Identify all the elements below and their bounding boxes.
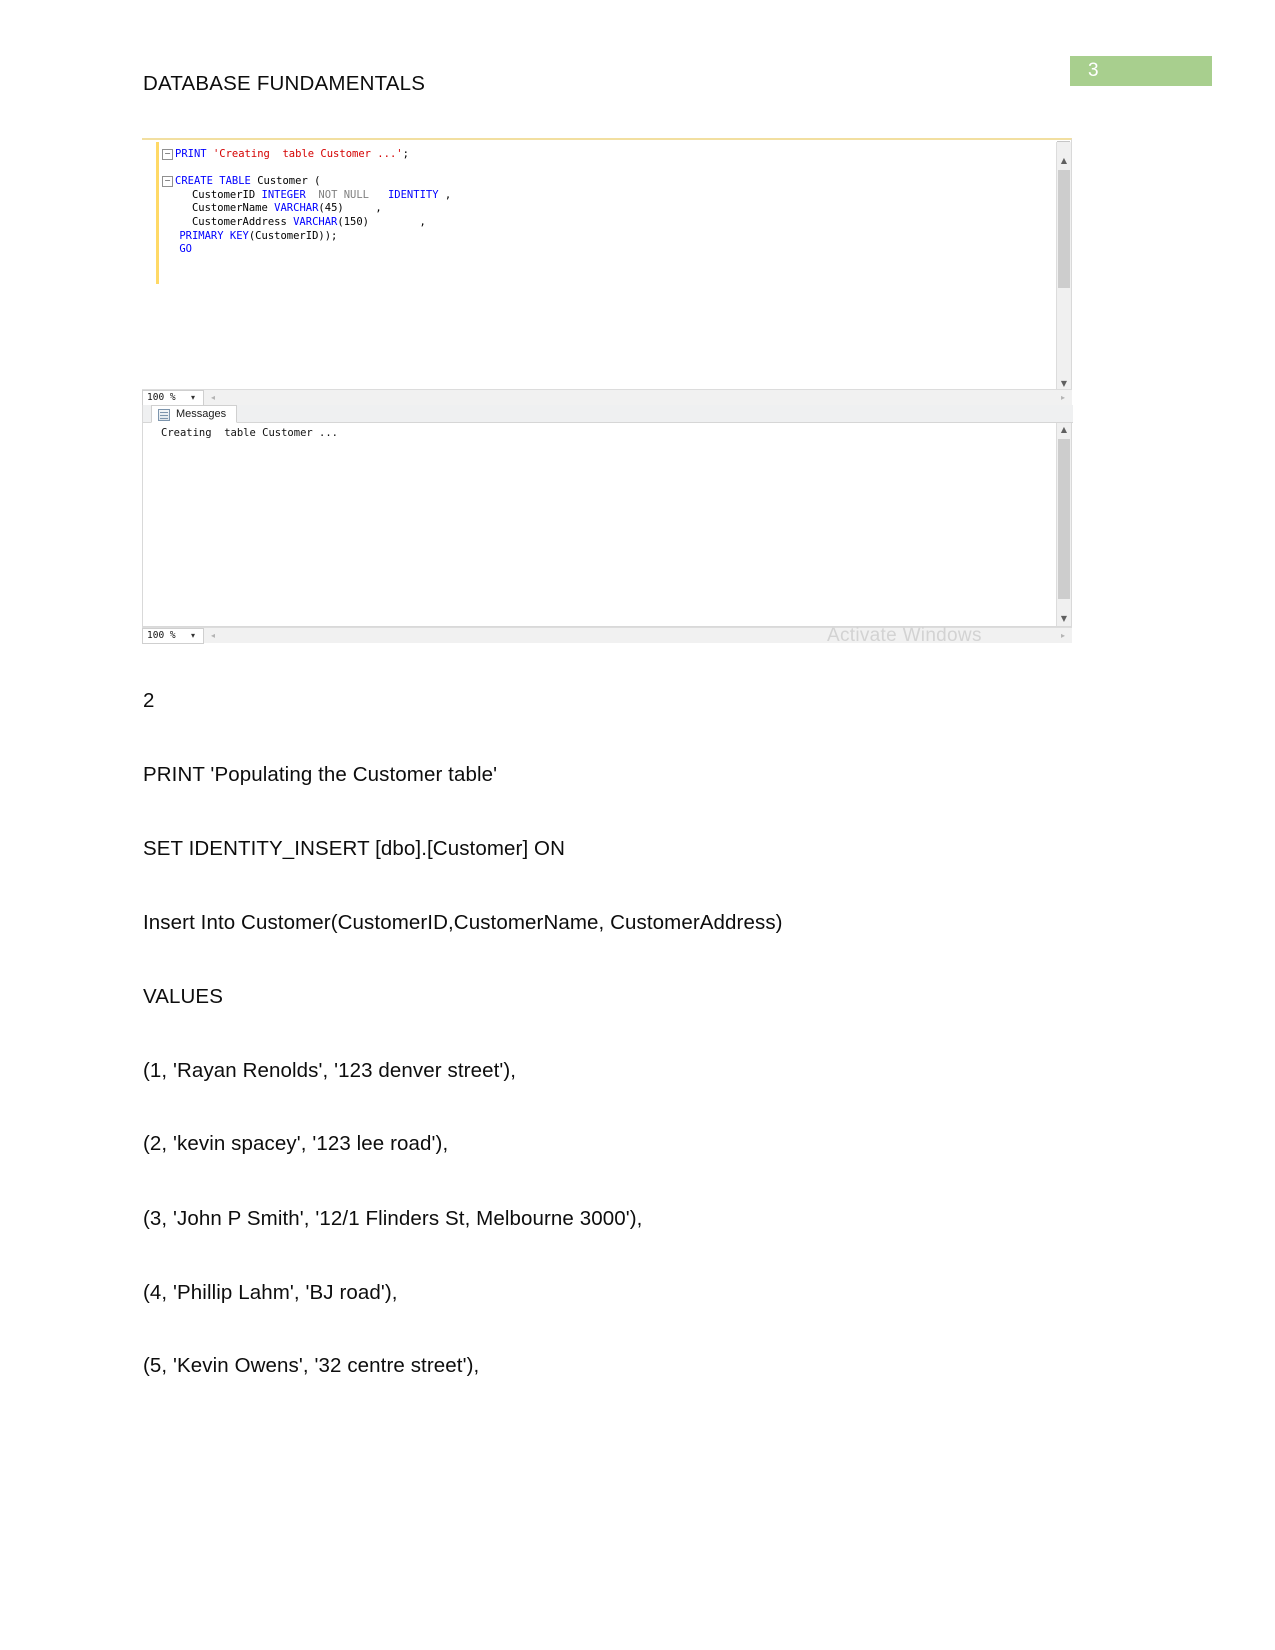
code-token: CustomerID <box>173 188 262 201</box>
editor-zoom-value: 100 % <box>147 392 176 403</box>
body-text-line: SET IDENTITY_INSERT [dbo].[Customer] ON <box>143 837 565 860</box>
scrollbar-thumb[interactable] <box>1058 439 1070 599</box>
code-token: (45) , <box>318 202 382 215</box>
results-tabstrip: Messages <box>143 405 1073 423</box>
code-line: CustomerName VARCHAR(45) , <box>162 202 451 216</box>
fold-toggle-icon[interactable]: − <box>162 175 173 187</box>
editor-vertical-scrollbar[interactable]: ▲ ▼ <box>1056 142 1071 391</box>
page-title: DATABASE FUNDAMENTALS <box>143 72 426 95</box>
code-line: CustomerAddress VARCHAR(150) , <box>162 216 451 230</box>
code-token: 'Creating table Customer ...' <box>212 148 403 160</box>
code-token: INTEGER <box>261 188 306 201</box>
code-token: PRIMARY KEY <box>173 229 249 242</box>
hscroll-left-icon[interactable]: ◂ <box>206 391 220 405</box>
hscroll-left-icon[interactable]: ◂ <box>206 629 220 643</box>
code-token: (150) , <box>337 215 426 228</box>
page-number-badge: 3 <box>1070 56 1212 86</box>
code-token: VARCHAR <box>274 202 319 215</box>
scroll-down-icon[interactable]: ▼ <box>1057 612 1071 626</box>
body-text-line: VALUES <box>143 985 223 1008</box>
sql-code-text: − PRINT 'Creating table Customer ...'; − C… <box>162 148 451 257</box>
code-token: CustomerAddress <box>173 215 294 228</box>
editor-gutter <box>142 142 156 391</box>
code-token: CREATE TABLE <box>175 175 258 188</box>
code-token: CustomerName <box>173 202 275 215</box>
chevron-down-icon[interactable]: ▾ <box>186 629 200 642</box>
code-token: PRINT <box>175 148 213 160</box>
fold-toggle-icon[interactable]: − <box>162 148 173 160</box>
results-zoom-value: 100 % <box>147 630 176 641</box>
code-line: GO <box>162 243 451 257</box>
results-vertical-scrollbar[interactable]: ▲ ▼ <box>1056 423 1071 626</box>
code-line: − CREATE TABLE Customer ( <box>162 175 451 189</box>
code-token: NOT NULL <box>305 188 369 201</box>
body-text-line: 2 <box>143 689 155 712</box>
body-text-line: (3, 'John P Smith', '12/1 Flinders St, M… <box>143 1207 643 1230</box>
body-text-line: (2, 'kevin spacey', '123 lee road'), <box>143 1132 449 1155</box>
body-text-line: (4, 'Phillip Lahm', 'BJ road'), <box>143 1281 398 1304</box>
code-token: VARCHAR <box>293 215 338 228</box>
tab-messages-label: Messages <box>176 408 227 420</box>
code-line: CustomerID INTEGER NOT NULL IDENTITY , <box>162 189 451 203</box>
results-pane: Messages Creating table Customer ... ▲ ▼ <box>142 405 1073 627</box>
code-token: , <box>438 188 452 201</box>
body-text-line: (5, 'Kevin Owens', '32 centre street'), <box>143 1354 480 1377</box>
page-number-value: 3 <box>1088 60 1099 81</box>
activate-windows-watermark: Activate Windows <box>827 625 982 646</box>
messages-output-text: Creating table Customer ... <box>161 427 339 439</box>
code-line: − PRINT 'Creating table Customer ...'; <box>162 148 451 162</box>
scroll-up-icon[interactable]: ▲ <box>1057 154 1071 168</box>
editor-status-bar: 100 % ▾ ◂ ▸ <box>142 389 1072 406</box>
code-token: Customer ( <box>257 175 321 188</box>
chevron-down-icon[interactable]: ▾ <box>186 391 200 404</box>
hscroll-right-icon[interactable]: ▸ <box>1056 391 1070 405</box>
tab-messages[interactable]: Messages <box>151 405 238 423</box>
code-line: PRIMARY KEY(CustomerID)); <box>162 230 451 244</box>
editor-change-bar <box>156 142 159 284</box>
code-token: GO <box>173 243 192 256</box>
code-token: (CustomerID)); <box>248 229 338 242</box>
body-text-line: PRINT 'Populating the Customer table' <box>143 763 498 786</box>
scroll-up-icon[interactable]: ▲ <box>1057 423 1071 437</box>
query-editor-pane[interactable]: − PRINT 'Creating table Customer ...'; − C… <box>142 138 1072 391</box>
code-token: ; <box>402 148 409 160</box>
code-token: IDENTITY <box>369 188 439 201</box>
body-text-line: (1, 'Rayan Renolds', '123 denver street'… <box>143 1059 517 1082</box>
body-text-line: Insert Into Customer(CustomerID,Customer… <box>143 911 783 934</box>
hscroll-right-icon[interactable]: ▸ <box>1056 629 1070 643</box>
ssms-screenshot: − PRINT 'Creating table Customer ...'; − C… <box>142 138 1073 646</box>
messages-icon <box>158 409 170 421</box>
scrollbar-thumb[interactable] <box>1058 170 1070 288</box>
